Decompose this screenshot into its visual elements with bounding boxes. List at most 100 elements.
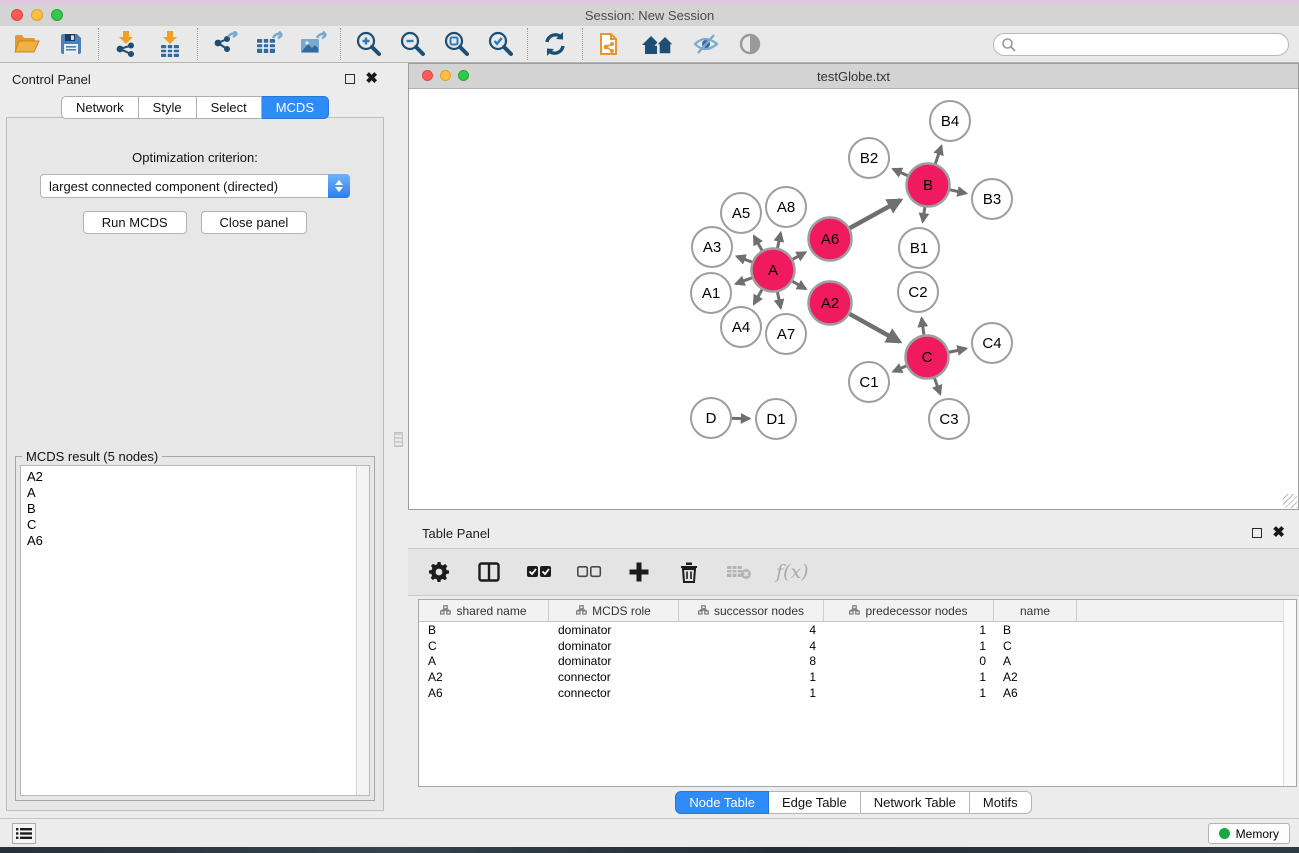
window-resize-grip[interactable]	[1283, 494, 1297, 508]
graph-node-A3[interactable]: A3	[692, 227, 732, 267]
column-header-successor-nodes[interactable]: successor nodes	[679, 600, 824, 621]
graph-edge-B-B2[interactable]	[893, 169, 907, 176]
zoom-fit-icon[interactable]	[441, 29, 471, 59]
tab-select[interactable]: Select	[197, 96, 262, 119]
zoom-selected-icon[interactable]	[485, 29, 515, 59]
graph-edge-B-B1[interactable]	[923, 207, 925, 221]
graph-node-A[interactable]: A	[752, 249, 795, 292]
close-panel-icon[interactable]: ✖	[365, 74, 378, 84]
delete-table-icon[interactable]	[726, 559, 752, 585]
column-header-name[interactable]: name	[994, 600, 1077, 621]
mcds-result-list[interactable]: A2ABCA6	[20, 465, 370, 796]
select-all-rows-icon[interactable]	[526, 559, 552, 585]
hide-panel-eye-icon[interactable]	[691, 29, 721, 59]
graph-node-D1[interactable]: D1	[756, 399, 796, 439]
graph-node-B1[interactable]: B1	[899, 228, 939, 268]
graph-edge-A-A6[interactable]	[793, 252, 806, 259]
graph-edge-C-C4[interactable]	[949, 349, 966, 353]
graph-edge-C-C2[interactable]	[922, 318, 924, 334]
graph-edge-A-A2[interactable]	[792, 281, 805, 289]
graph-node-C2[interactable]: C2	[898, 272, 938, 312]
tab-mcds[interactable]: MCDS	[262, 96, 329, 119]
result-list-scrollbar[interactable]	[356, 466, 369, 795]
table-row[interactable]: Cdominator41C	[419, 638, 1296, 654]
network-zoom-button[interactable]	[458, 70, 469, 81]
tab-node-table[interactable]: Node Table	[675, 791, 769, 814]
table-scrollbar[interactable]	[1283, 600, 1296, 786]
graph-edge-A-A4[interactable]	[754, 290, 762, 304]
task-history-button[interactable]	[12, 823, 36, 844]
graph-edge-B-B3[interactable]	[950, 190, 966, 194]
gear-icon[interactable]	[426, 559, 452, 585]
graph-node-B3[interactable]: B3	[972, 179, 1012, 219]
search-input[interactable]	[993, 33, 1289, 56]
graph-edge-A6-B[interactable]	[850, 200, 901, 228]
graph-edge-A-A8[interactable]	[778, 233, 781, 248]
graph-node-A6[interactable]: A6	[809, 218, 852, 261]
graph-edge-C-C3[interactable]	[935, 378, 941, 394]
import-table-icon[interactable]	[155, 29, 185, 59]
graph-node-B4[interactable]: B4	[930, 101, 970, 141]
show-graphics-eye-icon[interactable]	[735, 29, 765, 59]
graph-node-A8[interactable]: A8	[766, 187, 806, 227]
float-panel-icon[interactable]	[345, 74, 355, 84]
tab-style[interactable]: Style	[139, 96, 197, 119]
mcds-result-item[interactable]: B	[27, 501, 369, 517]
close-panel-button[interactable]: Close panel	[201, 211, 308, 234]
save-session-icon[interactable]	[56, 29, 86, 59]
export-table-icon[interactable]	[254, 29, 284, 59]
deselect-all-rows-icon[interactable]	[576, 559, 602, 585]
float-table-panel-icon[interactable]	[1252, 528, 1262, 538]
graph-edge-A-A5[interactable]	[754, 236, 762, 250]
graph-edge-A-A3[interactable]	[737, 256, 752, 262]
minimize-window-button[interactable]	[31, 9, 43, 21]
close-window-button[interactable]	[11, 9, 23, 21]
mcds-result-item[interactable]: A2	[27, 469, 369, 485]
graph-node-A5[interactable]: A5	[721, 193, 761, 233]
mcds-result-item[interactable]: A6	[27, 533, 369, 549]
graph-edge-A-A7[interactable]	[777, 292, 780, 308]
import-network-icon[interactable]	[111, 29, 141, 59]
memory-button[interactable]: Memory	[1208, 823, 1290, 844]
function-builder-icon[interactable]: f(x)	[776, 561, 809, 583]
tab-network-table[interactable]: Network Table	[861, 791, 970, 814]
delete-column-icon[interactable]	[676, 559, 702, 585]
network-canvas[interactable]: B4B2BB3A5A8A6B1A3AC2A1A2A4A7C4CC1C3DD1	[409, 89, 1298, 509]
home-pages-icon[interactable]	[639, 29, 677, 59]
table-row[interactable]: A6connector11A6	[419, 685, 1296, 701]
add-column-icon[interactable]	[626, 559, 652, 585]
table-row[interactable]: Bdominator41B	[419, 622, 1296, 638]
refresh-icon[interactable]	[540, 29, 570, 59]
graph-node-C[interactable]: C	[906, 336, 949, 379]
panel-divider-grip[interactable]	[394, 432, 403, 447]
open-file-icon[interactable]	[12, 29, 42, 59]
graph-node-C1[interactable]: C1	[849, 362, 889, 402]
export-network-icon[interactable]	[210, 29, 240, 59]
column-header-shared-name[interactable]: shared name	[419, 600, 549, 621]
mcds-result-item[interactable]: C	[27, 517, 369, 533]
zoom-out-icon[interactable]	[397, 29, 427, 59]
column-header-MCDS-role[interactable]: MCDS role	[549, 600, 679, 621]
table-row[interactable]: Adominator80A	[419, 653, 1296, 669]
optimization-criterion-dropdown[interactable]: largest connected component (directed)	[40, 174, 350, 198]
column-view-icon[interactable]	[476, 559, 502, 585]
graph-node-A1[interactable]: A1	[691, 273, 731, 313]
tab-network[interactable]: Network	[61, 96, 139, 119]
tab-edge-table[interactable]: Edge Table	[769, 791, 861, 814]
close-table-panel-icon[interactable]: ✖	[1272, 528, 1285, 538]
graph-edge-A-A1[interactable]	[736, 278, 752, 284]
graph-edge-C-C1[interactable]	[893, 366, 906, 372]
run-mcds-button[interactable]: Run MCDS	[83, 211, 187, 234]
zoom-window-button[interactable]	[51, 9, 63, 21]
graph-edge-A2-C[interactable]	[850, 314, 900, 342]
graph-node-B[interactable]: B	[907, 164, 950, 207]
graph-node-A7[interactable]: A7	[766, 314, 806, 354]
graph-node-C3[interactable]: C3	[929, 399, 969, 439]
graph-edge-B-B4[interactable]	[935, 146, 941, 164]
export-image-icon[interactable]	[298, 29, 328, 59]
network-window-titlebar[interactable]: testGlobe.txt	[409, 64, 1298, 89]
tab-motifs[interactable]: Motifs	[970, 791, 1032, 814]
graph-node-D[interactable]: D	[691, 398, 731, 438]
graph-node-A2[interactable]: A2	[809, 282, 852, 325]
network-minimize-button[interactable]	[440, 70, 451, 81]
